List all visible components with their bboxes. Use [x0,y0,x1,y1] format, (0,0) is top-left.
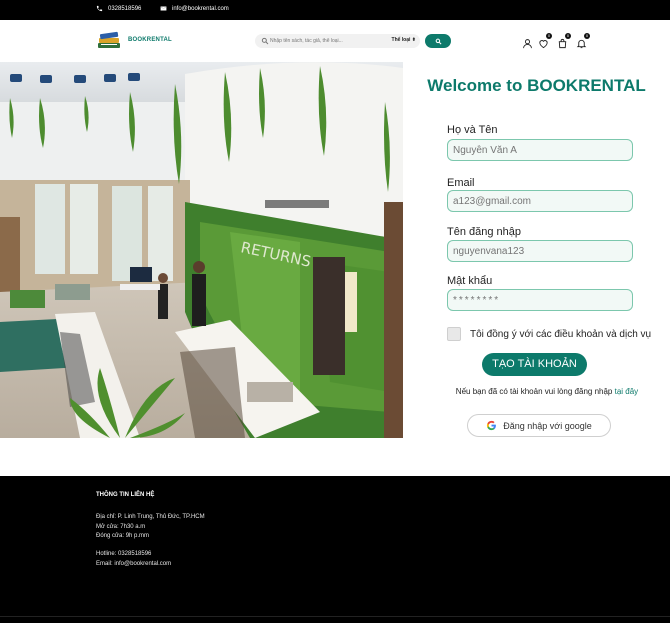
search-button[interactable] [425,34,451,48]
topbar-email-text: info@bookrental.com [172,5,229,12]
topbar-phone[interactable]: 0328518596 [96,5,141,12]
notifications-badge: 0 [584,33,590,39]
category-select[interactable]: Thể loại ⬍ [392,37,416,43]
page-title: Welcome to BOOKRENTAL [427,76,646,95]
google-login-button[interactable]: Đăng nhập với google [467,414,611,437]
site-footer: THÔNG TIN LIÊN HỆ Địa chỉ: P. Linh Trung… [0,476,670,623]
username-label: Tên đăng nhập [447,226,522,238]
fullname-input[interactable] [447,139,633,161]
page: 0328518596 info@bookrental.com BOOKRENTA… [0,0,670,623]
bell-icon [576,39,587,49]
notifications-button[interactable]: 0 [576,33,590,49]
logo[interactable]: BOOKRENTAL [96,29,172,51]
cart-badge: 0 [565,33,571,39]
footer-open-hours: Mở cửa: 7h30 a.m [96,524,146,530]
login-link[interactable]: tại đây [615,387,639,396]
footer-close-hours: Đóng cửa: 9h p.mm [96,533,150,539]
username-input[interactable] [447,240,633,262]
footer-divider [0,616,670,617]
search-bar: Thể loại ⬍ [255,34,420,48]
top-contact-bar: 0328518596 info@bookrental.com [0,0,670,20]
shopping-bag-icon [558,38,567,49]
library-hero-image: RETURNS [0,62,403,438]
topbar-phone-text: 0328518596 [108,5,142,12]
google-login-label: Đăng nhập với google [503,420,592,431]
password-input[interactable] [447,289,633,311]
phone-icon [96,5,103,12]
footer-title: THÔNG TIN LIÊN HỆ [96,492,155,498]
wishlist-badge: 0 [546,33,552,39]
search-icon [435,38,441,44]
library-illustration: RETURNS [0,62,403,438]
email-label: Email [447,177,475,189]
login-note: Nếu bạn đã có tài khoản vui lòng đăng nh… [403,387,670,396]
login-note-text: Nếu bạn đã có tài khoản vui lòng đăng nh… [455,387,613,396]
cart-button[interactable]: 0 [557,33,571,49]
email-input[interactable] [447,190,633,212]
topbar-email[interactable]: info@bookrental.com [160,5,229,12]
fullname-label: Họ và Tên [447,124,498,136]
heart-icon [539,40,548,49]
logo-text: BOOKRENTAL [128,37,172,43]
terms-checkbox[interactable] [447,327,461,341]
user-icon [523,39,532,49]
site-header: BOOKRENTAL Thể loại ⬍ 0 0 0 [0,20,670,62]
account-button[interactable] [522,36,533,49]
footer-address: Địa chỉ: P. Linh Trung, Thủ Đức, TP.HCM [96,514,205,520]
books-logo-icon [98,31,120,48]
wishlist-button[interactable]: 0 [538,33,552,49]
google-icon [487,420,497,431]
search-icon [261,37,269,45]
mail-icon [160,6,167,11]
search-input[interactable] [270,35,380,47]
terms-label: Tôi đồng ý với các điều khoản và dịch vụ [470,329,652,340]
password-label: Mật khẩu [447,275,493,287]
create-account-button[interactable]: TẠO TÀI KHOẢN [482,353,587,376]
footer-email[interactable]: Email: info@bookrental.com [96,561,171,567]
footer-hotline[interactable]: Hotline: 0328518596 [96,551,151,557]
